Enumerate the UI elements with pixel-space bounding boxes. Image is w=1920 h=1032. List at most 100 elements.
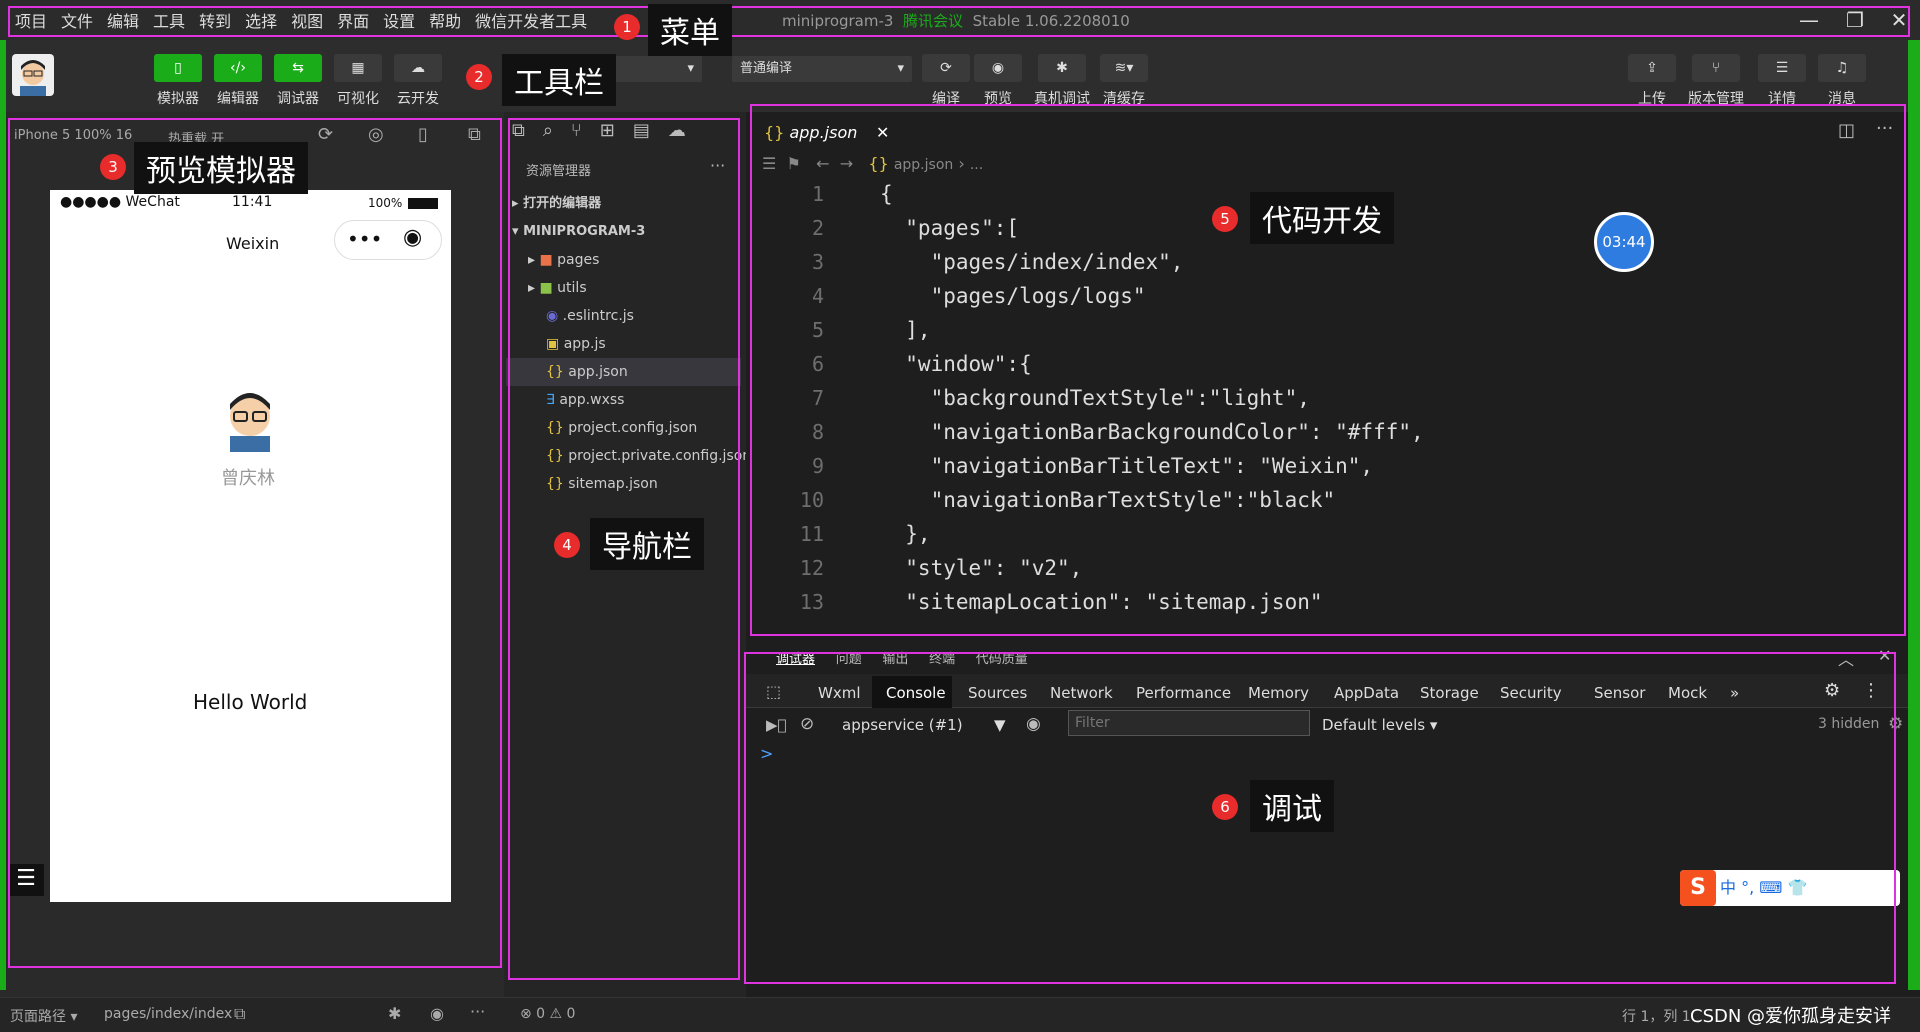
- timer-badge[interactable]: 03:44: [1594, 212, 1654, 272]
- device-select[interactable]: iPhone 5 100% 16: [14, 128, 132, 143]
- tab-problems[interactable]: 问题: [836, 652, 862, 667]
- bookmark-icon[interactable]: ⚑: [787, 154, 801, 173]
- debugger-toggle[interactable]: ⇆ 调试器: [270, 54, 326, 108]
- tab-sensor[interactable]: Sensor: [1594, 684, 1645, 702]
- code-line[interactable]: {: [880, 182, 893, 206]
- copy-icon[interactable]: ⧉: [234, 1004, 245, 1024]
- visual-button[interactable]: ▦ 可视化: [330, 54, 386, 108]
- code-line[interactable]: "pages/logs/logs": [880, 284, 1146, 308]
- menu-help[interactable]: 帮助: [422, 8, 468, 32]
- tab-storage[interactable]: Storage: [1420, 684, 1479, 702]
- gear-icon[interactable]: ⚙: [1888, 714, 1903, 734]
- code-line[interactable]: "backgroundTextStyle":"light",: [880, 386, 1310, 410]
- tab-console[interactable]: Console: [886, 684, 946, 702]
- code-line[interactable]: "navigationBarTitleText": "Weixin",: [880, 454, 1374, 478]
- console-prompt[interactable]: >: [760, 744, 773, 763]
- more-icon[interactable]: ···: [470, 1002, 485, 1021]
- eye-icon[interactable]: ◉: [1026, 714, 1041, 734]
- ime-toolbar[interactable]: S 中 °, ⌨ 👕: [1680, 870, 1900, 906]
- explorer-icons[interactable]: ⧉⌕⑂⊞▤☁: [512, 120, 742, 144]
- details-button[interactable]: ☰ 详情: [1754, 54, 1810, 108]
- tab-terminal[interactable]: 终端: [929, 652, 955, 667]
- maximize-button[interactable]: ❐: [1830, 6, 1880, 36]
- kebab-icon[interactable]: ⋮: [1862, 680, 1880, 701]
- remote-debug-button[interactable]: ✱ 真机调试: [1034, 54, 1090, 108]
- upload-button[interactable]: ⇪ 上传: [1624, 54, 1680, 108]
- simulator-toggle[interactable]: ▯ 模拟器: [150, 54, 206, 108]
- editor-toggle[interactable]: ‹/› 编辑器: [210, 54, 266, 108]
- code-line[interactable]: "sitemapLocation": "sitemap.json": [880, 590, 1322, 614]
- close-icon[interactable]: ✕: [876, 116, 889, 150]
- phone-icon[interactable]: ▯: [418, 124, 428, 145]
- popout-icon[interactable]: ⧉: [468, 124, 481, 145]
- tab-sources[interactable]: Sources: [968, 684, 1027, 702]
- cloud-dev-button[interactable]: ☁ 云开发: [390, 54, 446, 108]
- avatar[interactable]: [12, 54, 54, 96]
- tab-performance[interactable]: Performance: [1136, 684, 1231, 702]
- code-line[interactable]: "pages/index/index",: [880, 250, 1184, 274]
- clear-console-icon[interactable]: ⊘: [800, 714, 814, 734]
- cursor-position[interactable]: 行 1，列 1: [1622, 1006, 1691, 1026]
- close-icon[interactable]: ✕: [1878, 646, 1891, 665]
- code-line[interactable]: },: [880, 522, 930, 546]
- preview-button[interactable]: ◉ 预览: [970, 54, 1026, 108]
- tab-code-quality[interactable]: 代码质量: [976, 652, 1028, 667]
- tab-network[interactable]: Network: [1050, 684, 1113, 702]
- levels-select[interactable]: Default levels ▾: [1322, 716, 1437, 734]
- tab-app-json[interactable]: {} app.json ✕: [752, 116, 902, 150]
- folder-pages[interactable]: ▸ ■ pages: [506, 246, 741, 274]
- sidebar-toggle-icon[interactable]: ▶⃞: [766, 716, 787, 734]
- list-icon[interactable]: ☰: [762, 154, 776, 173]
- page-path-select[interactable]: 页面路径 ▾: [10, 1006, 77, 1026]
- rotate-icon[interactable]: ⟳: [318, 124, 333, 145]
- compile-button[interactable]: ⟳ 编译: [918, 54, 974, 108]
- context-select[interactable]: appservice (#1) ▼: [842, 716, 1006, 734]
- more-icon[interactable]: •••: [347, 227, 382, 251]
- code-line[interactable]: "pages":[: [880, 216, 1019, 240]
- code-line[interactable]: ],: [880, 318, 930, 342]
- code-line[interactable]: "navigationBarBackgroundColor": "#fff",: [880, 420, 1424, 444]
- collapse-icon[interactable]: ︿: [1838, 646, 1854, 670]
- more-icon[interactable]: ···: [710, 156, 725, 175]
- tab-wxml[interactable]: Wxml: [818, 684, 861, 702]
- gear-icon[interactable]: ⚙: [1824, 680, 1840, 701]
- menu-tools[interactable]: 工具: [146, 8, 192, 32]
- code-line[interactable]: "style": "v2",: [880, 556, 1082, 580]
- menu-goto[interactable]: 转到: [192, 8, 238, 32]
- breadcrumb[interactable]: app.json: [894, 157, 953, 173]
- tab-memory[interactable]: Memory: [1248, 684, 1309, 702]
- menu-project[interactable]: 项目: [8, 8, 54, 32]
- tab-security[interactable]: Security: [1500, 684, 1562, 702]
- messages-button[interactable]: ♫ 消息: [1814, 54, 1870, 108]
- close-window-button[interactable]: ✕: [1874, 6, 1920, 36]
- back-icon[interactable]: ←: [816, 154, 829, 173]
- clear-cache-button[interactable]: ≋▾ 清缓存: [1096, 54, 1152, 108]
- file-eslintrc[interactable]: ◉ .eslintrc.js: [506, 302, 741, 330]
- close-circle-icon[interactable]: ◉: [403, 225, 422, 250]
- open-editors-section[interactable]: ▸ 打开的编辑器: [506, 190, 741, 218]
- file-app-js[interactable]: ▣ app.js: [506, 330, 741, 358]
- tab-appdata[interactable]: AppData: [1334, 684, 1399, 702]
- filter-input[interactable]: [1068, 710, 1310, 736]
- stop-icon[interactable]: ◎: [368, 124, 384, 145]
- folder-utils[interactable]: ▸ ■ utils: [506, 274, 741, 302]
- menu-file[interactable]: 文件: [54, 8, 100, 32]
- tab-mock[interactable]: Mock: [1668, 684, 1707, 702]
- code-line[interactable]: "navigationBarTextStyle":"black": [880, 488, 1336, 512]
- file-project-config[interactable]: {} project.config.json: [506, 414, 741, 442]
- file-sitemap[interactable]: {} sitemap.json: [506, 470, 741, 498]
- file-app-json[interactable]: {} app.json: [506, 358, 741, 386]
- project-root[interactable]: ▾ MINIPROGRAM-3: [506, 218, 741, 246]
- capsule-menu[interactable]: ••• ◉: [334, 220, 442, 260]
- version-mgmt-button[interactable]: ⑂ 版本管理: [1688, 54, 1744, 108]
- forward-icon[interactable]: →: [840, 154, 853, 173]
- file-app-wxss[interactable]: ∃ app.wxss: [506, 386, 741, 414]
- more-tabs-icon[interactable]: »: [1730, 684, 1739, 702]
- tab-debugger[interactable]: 调试器: [776, 652, 815, 667]
- code-line[interactable]: "window":{: [880, 352, 1031, 376]
- menu-select[interactable]: 选择: [238, 8, 284, 32]
- more-icon[interactable]: ···: [1876, 118, 1893, 139]
- problems-count[interactable]: ⊗ 0 ⚠ 0: [520, 1006, 575, 1022]
- inspect-icon[interactable]: ⬚: [766, 682, 781, 701]
- menu-settings[interactable]: 设置: [376, 8, 422, 32]
